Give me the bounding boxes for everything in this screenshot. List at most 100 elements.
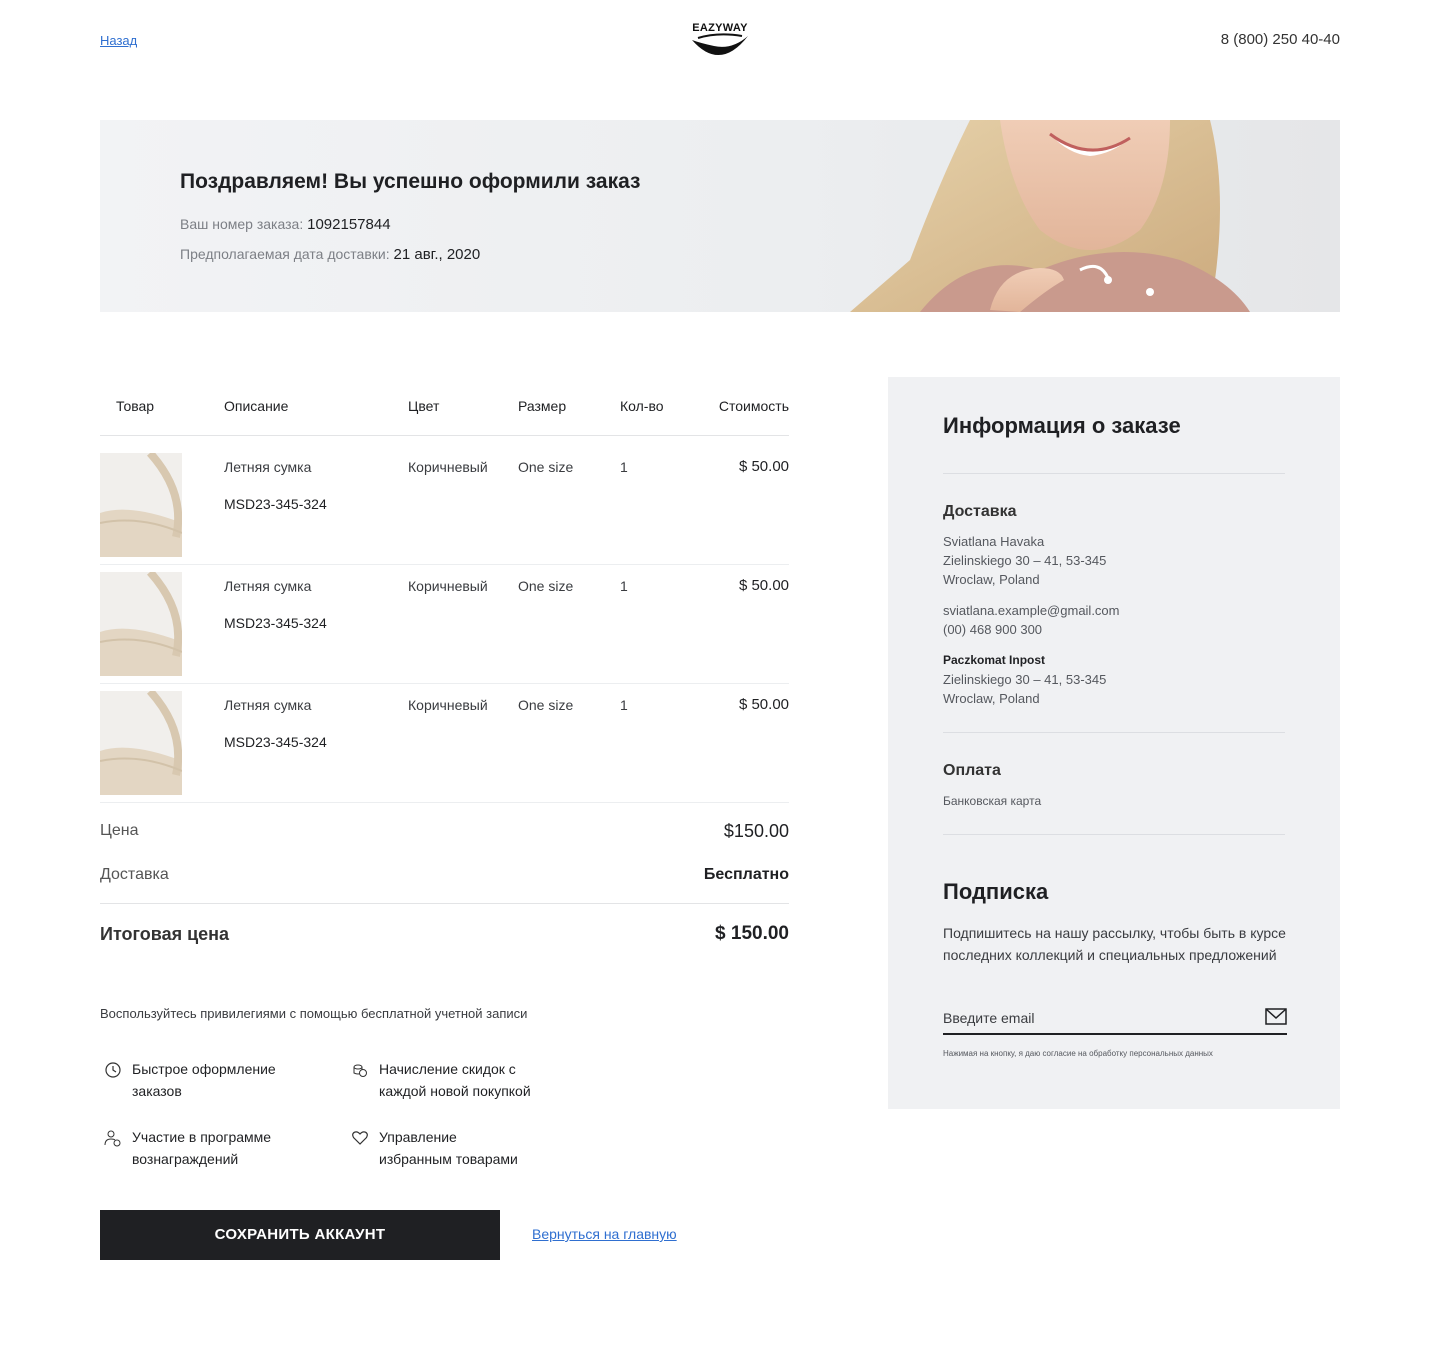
benefit-item-discounts: Начисление скидок с каждой новой покупко…: [353, 1058, 531, 1102]
product-price: $ 50.00: [738, 696, 789, 713]
product-name: Летняя сумка: [224, 697, 312, 713]
email-subscribe-field: [943, 1007, 1287, 1035]
address-line-2: Wroclaw, Poland: [943, 572, 1040, 587]
product-thumbnail[interactable]: [100, 572, 182, 676]
delivery-date-line: Предполагаемая дата доставки: 21 авг., 2…: [180, 246, 480, 263]
heart-icon: [352, 1131, 368, 1145]
total-value: $ 150.00: [715, 923, 789, 944]
product-size: One size: [518, 459, 574, 475]
benefit-item-favorites: Управление избранным товарами: [352, 1126, 518, 1170]
table-row: Летняя сумка MSD23-345-324 Коричневый On…: [100, 691, 789, 803]
subscribe-description: Подпишитесь на нашу рассылку, чтобы быть…: [943, 922, 1293, 966]
email-input[interactable]: [943, 1007, 1243, 1029]
product-price: $ 50.00: [738, 577, 789, 594]
product-sku: MSD23-345-324: [224, 615, 327, 631]
pickup-point-name: Paczkomat Inpost: [943, 653, 1046, 667]
order-number-value: 1092157844: [307, 216, 391, 233]
benefit-item-fast-checkout: Быстрое оформление заказов: [105, 1058, 276, 1102]
product-thumbnail[interactable]: [100, 691, 182, 795]
contact-phone: (00) 468 900 300: [943, 622, 1043, 637]
logo[interactable]: EAZYWAY: [688, 22, 752, 58]
consent-text: Нажимая на кнопку, я даю согласие на обр…: [943, 1049, 1213, 1058]
product-name: Летняя сумка: [224, 459, 312, 475]
order-info-title: Информация о заказе: [943, 413, 1181, 438]
benefit-text-line2: каждой новой покупкой: [379, 1083, 531, 1099]
col-header-color: Цвет: [408, 398, 440, 414]
benefit-text-line1: Управление: [379, 1129, 457, 1145]
save-account-button[interactable]: СОХРАНИТЬ АККАУНТ: [100, 1210, 500, 1260]
subscribe-description-line1: Подпишитесь на нашу рассылку, чтобы быть…: [943, 925, 1286, 941]
user-reward-icon: [104, 1130, 121, 1147]
page-title: Поздравляем! Вы успешно оформили заказ: [180, 170, 641, 193]
product-size: One size: [518, 578, 574, 594]
subtotal-value: $150.00: [723, 821, 789, 841]
pickup-address: Zielinskiego 30 – 41, 53-345 Wroclaw, Po…: [943, 670, 1106, 708]
product-qty: 1: [620, 578, 628, 594]
subscribe-heading: Подписка: [943, 879, 1049, 904]
table-row: Летняя сумка MSD23-345-324 Коричневый On…: [100, 453, 789, 565]
recipient-name: Sviatlana Havaka: [943, 534, 1045, 549]
payment-method: Банковская карта: [943, 794, 1042, 808]
address-line-1: Zielinskiego 30 – 41, 53-345: [943, 553, 1107, 568]
summary-divider: [100, 903, 789, 904]
col-header-qty: Кол-во: [620, 398, 664, 414]
subtotal-line: Цена $150.00: [100, 821, 789, 841]
benefit-text-line1: Участие в программе: [132, 1129, 272, 1145]
product-thumbnail[interactable]: [100, 453, 182, 557]
benefit-text-line2: вознаграждений: [132, 1151, 239, 1167]
logo-swoosh-icon: [692, 33, 748, 56]
product-color: Коричневый: [408, 697, 488, 713]
product-sku: MSD23-345-324: [224, 734, 327, 750]
payment-heading: Оплата: [943, 762, 1001, 779]
panel-divider: [943, 834, 1285, 835]
delivery-cost-line: Доставка Бесплатно: [100, 866, 789, 884]
delivery-cost-label: Доставка: [100, 866, 169, 883]
product-color: Коричневый: [408, 578, 488, 594]
back-link[interactable]: Назад: [100, 33, 137, 48]
col-header-description: Описание: [224, 398, 289, 414]
product-qty: 1: [620, 697, 628, 713]
col-header-size: Размер: [518, 398, 567, 414]
subtotal-label: Цена: [100, 822, 139, 839]
clock-icon: [105, 1062, 121, 1078]
subscribe-description-line2: последних коллекций и специальных предло…: [943, 947, 1277, 963]
pickup-address-line-2: Wroclaw, Poland: [943, 691, 1040, 706]
product-color: Коричневый: [408, 459, 488, 475]
benefit-text-line1: Начисление скидок с: [379, 1061, 516, 1077]
product-name: Летняя сумка: [224, 578, 312, 594]
contact-info: sviatlana.example@gmail.com (00) 468 900…: [943, 601, 1120, 639]
col-header-price: Стоимость: [718, 398, 789, 414]
benefit-text-line2: заказов: [132, 1083, 182, 1099]
delivery-heading: Доставка: [943, 503, 1017, 520]
order-number-line: Ваш номер заказа: 1092157844: [180, 216, 391, 233]
header-phone[interactable]: 8 (800) 250 40-40: [1221, 31, 1340, 48]
table-row: Летняя сумка MSD23-345-324 Коричневый On…: [100, 572, 789, 684]
benefit-text-line2: избранным товарами: [379, 1151, 518, 1167]
product-sku: MSD23-345-324: [224, 496, 327, 512]
order-table-header: Товар Описание Цвет Размер Кол-во Стоимо…: [100, 390, 789, 436]
delivery-cost-value: Бесплатно: [703, 866, 789, 883]
total-label: Итоговая цена: [100, 924, 230, 944]
col-header-product: Товар: [116, 398, 155, 414]
order-success-banner: Поздравляем! Вы успешно оформили заказ В…: [100, 120, 1340, 312]
panel-divider: [943, 473, 1285, 474]
back-to-home-link[interactable]: Вернуться на главную: [532, 1226, 677, 1242]
order-info-panel: Информация о заказе Доставка Sviatlana H…: [888, 377, 1340, 1109]
contact-email: sviatlana.example@gmail.com: [943, 603, 1120, 618]
product-qty: 1: [620, 459, 628, 475]
delivery-date-label: Предполагаемая дата доставки:: [180, 246, 390, 262]
panel-divider: [943, 732, 1285, 733]
delivery-date-value: 21 авг., 2020: [393, 246, 481, 263]
account-promo-text: Воспользуйтесь привилегиями с помощью бе…: [100, 1006, 528, 1021]
product-price: $ 50.00: [738, 458, 789, 475]
order-number-label: Ваш номер заказа:: [180, 216, 304, 232]
pickup-address-line-1: Zielinskiego 30 – 41, 53-345: [943, 672, 1107, 687]
coins-icon: [353, 1064, 367, 1077]
product-size: One size: [518, 697, 574, 713]
benefit-item-rewards: Участие в программе вознаграждений: [104, 1126, 272, 1170]
total-line: Итоговая цена $ 150.00: [100, 923, 789, 945]
benefit-text-line1: Быстрое оформление: [132, 1061, 276, 1077]
hero-photo-woman: [850, 120, 1250, 312]
delivery-address: Sviatlana Havaka Zielinskiego 30 – 41, 5…: [943, 532, 1106, 589]
mail-icon[interactable]: [1265, 1008, 1287, 1026]
